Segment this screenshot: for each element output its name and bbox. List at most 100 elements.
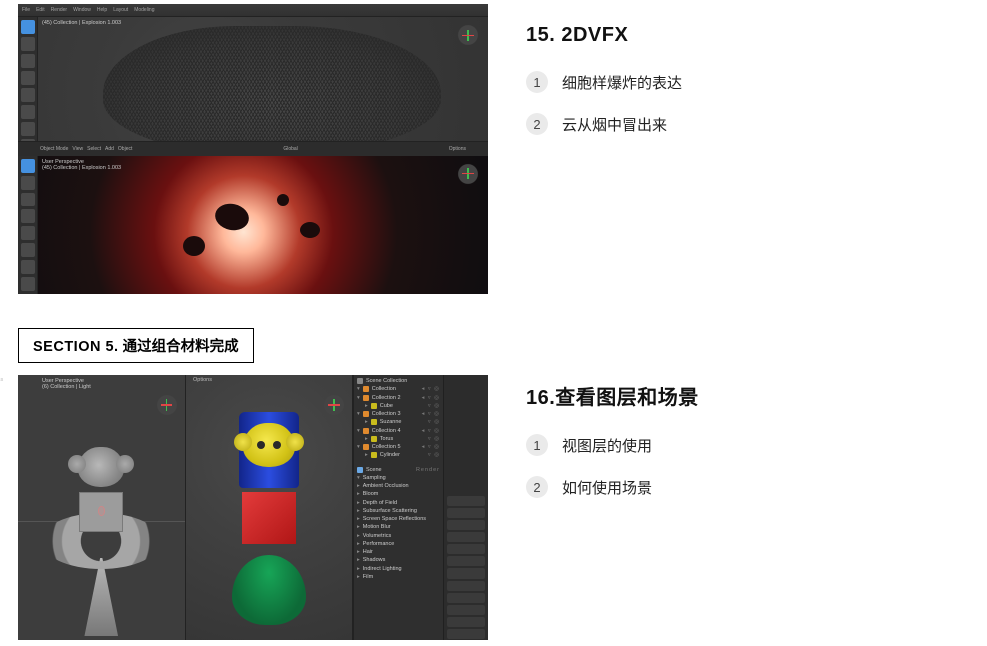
nav-gizmo-icon[interactable]: [320, 391, 348, 419]
mesh-cube-red: [242, 492, 296, 544]
prop-tab-constraints-icon[interactable]: [447, 605, 485, 615]
prop-tab-world-icon[interactable]: [447, 544, 485, 554]
mesh-icon: [371, 403, 377, 409]
menu-object[interactable]: Object: [118, 146, 132, 152]
tab-modeling[interactable]: Modeling: [134, 7, 154, 13]
mesh-icon: [371, 452, 377, 458]
properties-section[interactable]: ▾Sampling: [357, 474, 440, 482]
prop-tab-data-icon[interactable]: [447, 617, 485, 627]
lesson-15-text: 15. 2DVFX 1 细胞样爆炸的表达 2 云从烟中冒出来: [526, 0, 987, 155]
collection-icon: [363, 428, 369, 434]
properties-section[interactable]: ▸Indirect Lighting: [357, 565, 440, 573]
tool-scale-icon[interactable]: [21, 226, 35, 240]
lesson-15-row: File Edit Render Window Help Layout Mode…: [18, 0, 987, 294]
prop-tab-object-icon[interactable]: [447, 556, 485, 566]
tool-scale-icon[interactable]: [21, 88, 35, 102]
prop-tab-modifier-icon[interactable]: [447, 568, 485, 578]
properties-section[interactable]: ▸Subsurface Scattering: [357, 507, 440, 515]
tool-transform-icon[interactable]: [21, 243, 35, 257]
outliner-item[interactable]: ▸Suzanne▿ ◎: [357, 418, 440, 426]
mesh-cone: [73, 558, 129, 636]
step-number-badge: 2: [526, 476, 548, 498]
viewport-rendered[interactable]: User Perspective (45) Collection | Explo…: [18, 156, 488, 294]
properties-section[interactable]: ▸Bloom: [357, 490, 440, 498]
menu-select[interactable]: Select: [87, 146, 101, 152]
properties-section[interactable]: ▸Shadows: [357, 556, 440, 564]
viewport-overlay-text-lower: User Perspective (45) Collection | Explo…: [42, 159, 121, 171]
lesson-step: 1 视图层的使用: [526, 434, 987, 456]
viewport-material[interactable]: Options: [186, 375, 354, 640]
prop-tab-scene-icon[interactable]: [447, 532, 485, 542]
outliner-root[interactable]: Scene Collection: [357, 377, 440, 385]
step-number-badge: 1: [526, 434, 548, 456]
prop-tab-particles-icon[interactable]: [447, 581, 485, 591]
prop-tab-viewlayer-icon[interactable]: [447, 520, 485, 530]
tool-rotate-icon[interactable]: [21, 71, 35, 85]
outliner-item[interactable]: ▸Torus▿ ◎: [357, 435, 440, 443]
tool-annotate-icon[interactable]: [21, 122, 35, 136]
explosion-dark-spot: [213, 201, 252, 234]
outliner-panel[interactable]: Scene Collection ▾Collection◂ ▿ ◎ ▾Colle…: [353, 375, 443, 640]
prop-tab-material-icon[interactable]: [447, 629, 485, 639]
tool-annotate-icon[interactable]: [21, 260, 35, 274]
properties-section[interactable]: ▸Film: [357, 573, 440, 581]
menu-add[interactable]: Add: [105, 146, 114, 152]
tool-cursor-icon[interactable]: [21, 176, 35, 190]
options-dropdown[interactable]: Options: [0, 377, 3, 383]
menu-window[interactable]: Window: [73, 7, 91, 13]
tool-move-icon[interactable]: [21, 54, 35, 68]
tool-cursor-icon[interactable]: [21, 37, 35, 51]
menu-file[interactable]: File: [22, 7, 30, 13]
section-5-heading: SECTION 5. 通过组合材料完成: [18, 328, 254, 363]
lesson-16-row: Options User Perspective (6) Collection …: [18, 375, 987, 640]
properties-section[interactable]: ▸Volumetrics: [357, 532, 440, 540]
lesson-step: 1 细胞样爆炸的表达: [526, 71, 987, 93]
viewport-overlay-text: (45) Collection | Explosion 1.003: [42, 20, 121, 26]
properties-section[interactable]: ▸Ambient Occlusion: [357, 482, 440, 490]
properties-section[interactable]: ▸Depth of Field: [357, 499, 440, 507]
options-dropdown[interactable]: Options: [193, 377, 212, 383]
menu-edit[interactable]: Edit: [36, 7, 45, 13]
prop-tab-render-icon[interactable]: [447, 496, 485, 506]
tool-select-icon[interactable]: [21, 20, 35, 34]
tab-layout[interactable]: Layout: [113, 7, 128, 13]
collection-icon: [363, 444, 369, 450]
tool-rotate-icon[interactable]: [21, 209, 35, 223]
properties-section[interactable]: ▸Performance: [357, 540, 440, 548]
tool-select-icon[interactable]: [21, 159, 35, 173]
tool-move-icon[interactable]: [21, 193, 35, 207]
outliner-item[interactable]: ▾Collection 2◂ ▿ ◎: [357, 394, 440, 402]
properties-section[interactable]: ▸Screen Space Reflections: [357, 515, 440, 523]
menu-render[interactable]: Render: [51, 7, 67, 13]
mode-dropdown[interactable]: Object Mode: [40, 146, 68, 152]
prop-tab-output-icon[interactable]: [447, 508, 485, 518]
outliner-item[interactable]: ▾Collection 4◂ ▿ ◎: [357, 427, 440, 435]
options-dropdown[interactable]: Options: [449, 146, 466, 152]
tool-measure-icon[interactable]: [21, 277, 35, 291]
menu-help[interactable]: Help: [97, 7, 107, 13]
section-prefix: SECTION 5.: [33, 339, 119, 355]
nav-gizmo-icon[interactable]: [153, 391, 181, 419]
outliner-item[interactable]: ▾Collection 5◂ ▿ ◎: [357, 443, 440, 451]
outliner-item[interactable]: ▸Cylinder▿ ◎: [357, 451, 440, 459]
prop-tab-physics-icon[interactable]: [447, 593, 485, 603]
step-text: 如何使用场景: [562, 477, 652, 498]
lesson-step: 2 如何使用场景: [526, 476, 987, 498]
menu-view[interactable]: View: [72, 146, 83, 152]
outliner-item[interactable]: ▾Collection 3◂ ▿ ◎: [357, 410, 440, 418]
orientation-dropdown[interactable]: Global: [283, 146, 297, 152]
viewport-wireframe[interactable]: (45) Collection | Explosion 1.003: [18, 17, 488, 155]
properties-section[interactable]: ▸Motion Blur: [357, 523, 440, 531]
step-number-badge: 1: [526, 71, 548, 93]
outliner-item[interactable]: ▸Cube▿ ◎: [357, 402, 440, 410]
properties-header[interactable]: SceneRender: [357, 466, 440, 474]
properties-section[interactable]: ▸Hair: [357, 548, 440, 556]
lesson-step: 2 云从烟中冒出来: [526, 113, 987, 135]
nav-gizmo-icon[interactable]: [454, 160, 482, 188]
outliner-item[interactable]: ▾Collection◂ ▿ ◎: [357, 385, 440, 393]
viewport-clay[interactable]: Options User Perspective (6) Collection …: [18, 375, 186, 640]
step-text: 云从烟中冒出来: [562, 114, 667, 135]
lesson-title: 16.查看图层和场景: [526, 381, 987, 410]
tool-transform-icon[interactable]: [21, 105, 35, 119]
nav-gizmo-icon[interactable]: [454, 21, 482, 49]
